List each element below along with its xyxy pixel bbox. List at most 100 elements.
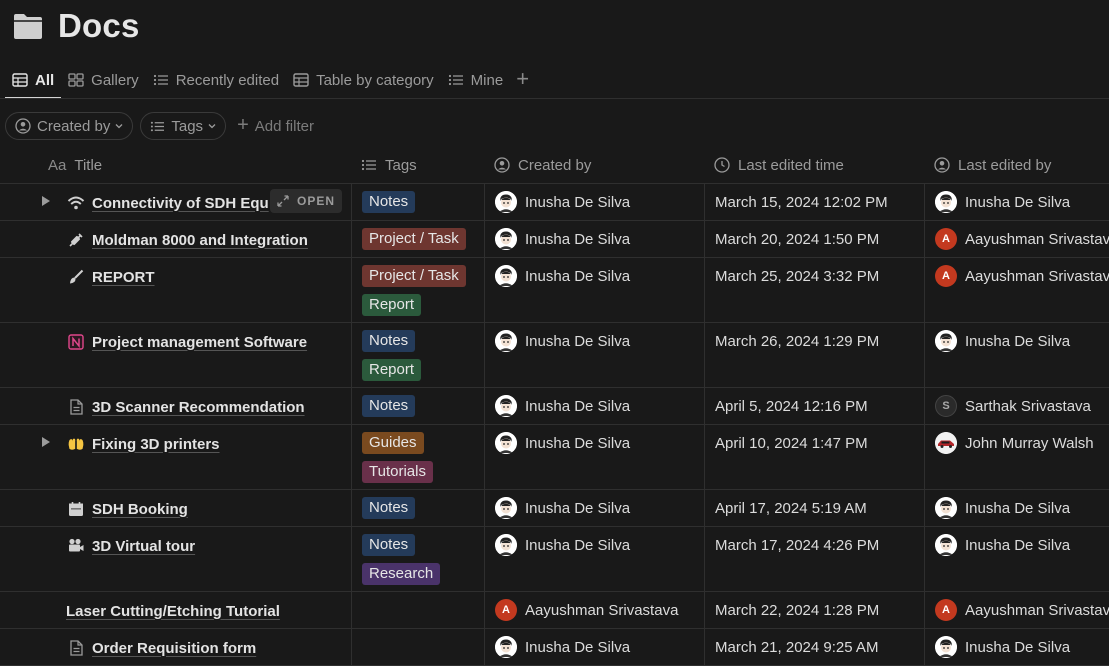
created-by-cell[interactable]: Inusha De Silva xyxy=(484,184,705,220)
page-link[interactable]: Order Requisition form xyxy=(67,637,256,659)
avatar xyxy=(495,228,517,250)
column-header-last-edited-by[interactable]: Last edited by xyxy=(934,147,1051,183)
title-cell[interactable]: Connectivity of SDH Equ OPEN xyxy=(0,184,351,220)
person-name: Inusha De Silva xyxy=(965,193,1071,211)
created-by-cell[interactable]: Inusha De Silva xyxy=(484,425,705,489)
open-button[interactable]: OPEN xyxy=(270,189,343,213)
last-edited-by-cell[interactable]: A Aayushman Srivastava xyxy=(924,258,1109,322)
person-name: Inusha De Silva xyxy=(525,332,631,350)
tags-cell[interactable]: Guides Tutorials xyxy=(351,425,485,489)
page-link[interactable]: 3D Scanner Recommendation xyxy=(67,396,305,418)
table-row[interactable]: 3D Virtual tour Notes Research Inusha De Si… xyxy=(0,527,1109,592)
page-link[interactable]: Laser Cutting/Etching Tutorial xyxy=(66,600,280,622)
table-row[interactable]: Project management Software Notes Report In… xyxy=(0,323,1109,388)
table-row[interactable]: Connectivity of SDH Equ OPEN Notes Inusha D… xyxy=(0,184,1109,221)
page-link[interactable]: 3D Virtual tour xyxy=(67,535,195,557)
title-cell[interactable]: Project management Software xyxy=(0,323,351,387)
timestamp: March 17, 2024 4:26 PM xyxy=(715,536,880,554)
tags-cell[interactable] xyxy=(351,592,485,628)
last-edited-by-cell[interactable]: Inusha De Silva xyxy=(924,527,1109,591)
person: Inusha De Silva xyxy=(935,636,1070,658)
expand-toggle-icon[interactable] xyxy=(42,196,50,206)
title-cell[interactable]: 3D Scanner Recommendation xyxy=(0,388,351,424)
table-row[interactable]: Laser Cutting/Etching Tutorial A Aayushman… xyxy=(0,592,1109,629)
filter-bar: Created by Tags + Add filter xyxy=(5,112,314,140)
table-row[interactable]: Moldman 8000 and Integration Project / Ta… xyxy=(0,221,1109,258)
tags-cell[interactable]: Project / Task Report xyxy=(351,258,485,322)
last-edited-time-cell[interactable]: March 15, 2024 12:02 PM xyxy=(704,184,925,220)
title-cell[interactable]: REPORT xyxy=(0,258,351,322)
page-link[interactable]: REPORT xyxy=(67,266,155,288)
last-edited-time-cell[interactable]: March 25, 2024 3:32 PM xyxy=(704,258,925,322)
tags-cell[interactable]: Notes Report xyxy=(351,323,485,387)
title-cell[interactable]: Moldman 8000 and Integration xyxy=(0,221,351,257)
tags-cell[interactable] xyxy=(351,629,485,665)
tag-badge: Notes xyxy=(362,191,416,213)
tab-recently-edited[interactable]: Recently edited xyxy=(146,62,286,98)
timestamp: April 10, 2024 1:47 PM xyxy=(715,434,868,452)
tab-mine[interactable]: Mine xyxy=(441,62,511,98)
column-header-tags[interactable]: Tags xyxy=(361,147,417,183)
last-edited-by-cell[interactable]: Inusha De Silva xyxy=(924,629,1109,665)
table-row[interactable]: REPORT Project / Task Report Inusha De Silv… xyxy=(0,258,1109,323)
created-by-cell[interactable]: Inusha De Silva xyxy=(484,629,705,665)
last-edited-by-cell[interactable]: A Aayushman Srivastava xyxy=(924,221,1109,257)
avatar xyxy=(495,395,517,417)
created-by-cell[interactable]: Inusha De Silva xyxy=(484,490,705,526)
page-link[interactable]: Connectivity of SDH Equ xyxy=(67,192,269,214)
created-by-cell[interactable]: Inusha De Silva xyxy=(484,527,705,591)
timestamp: March 26, 2024 1:29 PM xyxy=(715,332,880,350)
tab-table-by-category[interactable]: Table by category xyxy=(286,62,441,98)
tab-all[interactable]: All xyxy=(5,62,62,99)
created-by-cell[interactable]: Inusha De Silva xyxy=(484,388,705,424)
table-row[interactable]: SDH Booking Notes Inusha De Silva April 17,… xyxy=(0,490,1109,527)
tags-cell[interactable]: Notes xyxy=(351,184,485,220)
created-by-cell[interactable]: Inusha De Silva xyxy=(484,323,705,387)
column-header-title[interactable]: Aa Title xyxy=(48,147,102,183)
title-cell[interactable]: Laser Cutting/Etching Tutorial xyxy=(0,592,351,628)
last-edited-time-cell[interactable]: March 22, 2024 1:28 PM xyxy=(704,592,925,628)
tags-cell[interactable]: Notes xyxy=(351,388,485,424)
page-link[interactable]: Project management Software xyxy=(67,331,307,353)
last-edited-by-cell[interactable]: Inusha De Silva xyxy=(924,490,1109,526)
tags-cell[interactable]: Notes xyxy=(351,490,485,526)
page-link[interactable]: Fixing 3D printers xyxy=(67,433,220,455)
page-link[interactable]: Moldman 8000 and Integration xyxy=(67,229,308,251)
last-edited-time-cell[interactable]: March 21, 2024 9:25 AM xyxy=(704,629,925,665)
tags-cell[interactable]: Notes Research xyxy=(351,527,485,591)
table-row[interactable]: 3D Scanner Recommendation Notes Inusha De … xyxy=(0,388,1109,425)
tab-gallery[interactable]: Gallery xyxy=(61,62,146,98)
tags-cell[interactable]: Project / Task xyxy=(351,221,485,257)
last-edited-time-cell[interactable]: March 20, 2024 1:50 PM xyxy=(704,221,925,257)
add-view-button[interactable]: + xyxy=(510,66,535,92)
page-link[interactable]: SDH Booking xyxy=(67,498,188,520)
title-cell[interactable]: Order Requisition form xyxy=(0,629,351,665)
last-edited-by-cell[interactable]: A Aayushman Srivastava xyxy=(924,592,1109,628)
last-edited-time-cell[interactable]: April 17, 2024 5:19 AM xyxy=(704,490,925,526)
last-edited-by-cell[interactable]: John Murray Walsh xyxy=(924,425,1109,489)
table-row[interactable]: Order Requisition form Inusha De Silva Mar… xyxy=(0,629,1109,666)
title-cell[interactable]: Fixing 3D printers xyxy=(0,425,351,489)
created-by-cell[interactable]: A Aayushman Srivastava xyxy=(484,592,705,628)
title-cell[interactable]: SDH Booking xyxy=(0,490,351,526)
person: Inusha De Silva xyxy=(495,497,630,519)
last-edited-time-cell[interactable]: April 10, 2024 1:47 PM xyxy=(704,425,925,489)
created-by-cell[interactable]: Inusha De Silva xyxy=(484,258,705,322)
column-header-created-by[interactable]: Created by xyxy=(494,147,591,183)
avatar xyxy=(495,432,517,454)
created-by-filter[interactable]: Created by xyxy=(5,112,134,140)
last-edited-time-cell[interactable]: March 17, 2024 4:26 PM xyxy=(704,527,925,591)
last-edited-time-cell[interactable]: April 5, 2024 12:16 PM xyxy=(704,388,925,424)
last-edited-time-cell[interactable]: March 26, 2024 1:29 PM xyxy=(704,323,925,387)
last-edited-by-cell[interactable]: S Sarthak Srivastava xyxy=(924,388,1109,424)
column-header-last-edited-time[interactable]: Last edited time xyxy=(714,147,844,183)
created-by-cell[interactable]: Inusha De Silva xyxy=(484,221,705,257)
tags-filter[interactable]: Tags xyxy=(140,112,227,140)
expand-toggle-icon[interactable] xyxy=(42,437,50,447)
last-edited-by-cell[interactable]: Inusha De Silva xyxy=(924,323,1109,387)
last-edited-by-cell[interactable]: Inusha De Silva xyxy=(924,184,1109,220)
table-row[interactable]: Fixing 3D printers Guides Tutorials Inusha … xyxy=(0,425,1109,490)
title-cell[interactable]: 3D Virtual tour xyxy=(0,527,351,591)
add-filter-button[interactable]: + Add filter xyxy=(237,114,314,137)
notion-icon xyxy=(67,333,85,351)
